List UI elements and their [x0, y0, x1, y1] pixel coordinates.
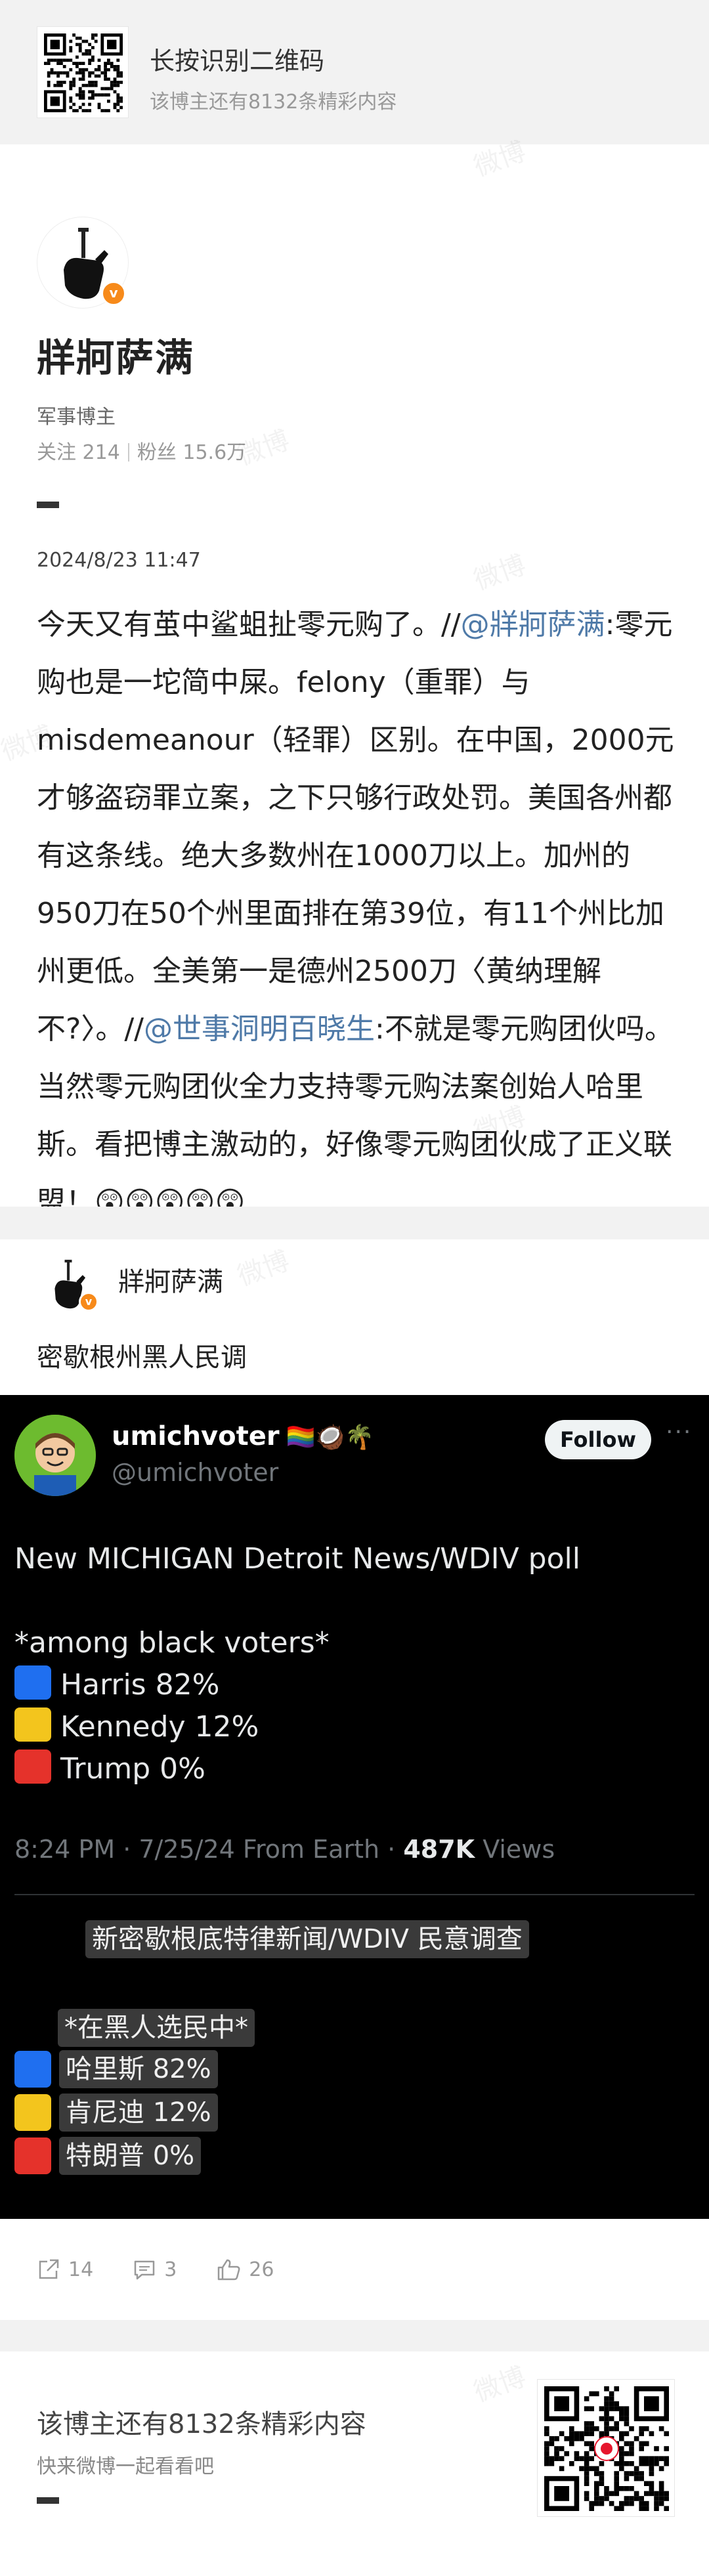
stats-divider	[127, 443, 129, 462]
repost-count: 14	[68, 2258, 94, 2281]
post-date: 2024/8/23 11:47	[37, 549, 201, 572]
followers-label: 粉丝	[137, 441, 177, 464]
poll-row-kennedy: Kennedy 12%	[14, 1706, 580, 1748]
following-label: 关注	[37, 441, 76, 464]
banner-title: 长按识别二维码	[150, 47, 325, 75]
tweet-handle: @umichvoter	[112, 1458, 279, 1487]
verified-badge: v	[79, 1292, 98, 1312]
poll-harris: Harris 82%	[60, 1668, 220, 1702]
tweet-avatar	[14, 1415, 96, 1496]
thumbs-up-icon	[218, 2259, 240, 2281]
repost-button[interactable]: 14	[37, 2258, 93, 2281]
like-count: 26	[249, 2258, 274, 2281]
section-marker	[37, 502, 59, 508]
tweet-line: *among black voters*	[14, 1626, 330, 1660]
comment-count: 3	[164, 2258, 177, 2281]
poll-kennedy: Kennedy 12%	[60, 1710, 259, 1744]
section-divider	[0, 1207, 709, 1239]
qr-code	[37, 26, 129, 118]
tweet-views-count: 487K	[403, 1835, 475, 1864]
translation-row-trump: 特朗普 0%	[14, 2137, 202, 2175]
post-text: 今天又有茧中鲨蛆扯零元购了。//@牂牁萨满:零元购也是一坨简中屎。felony（…	[37, 596, 680, 1232]
translation-row-harris: 哈里斯 82%	[14, 2050, 218, 2088]
translation-kennedy: 肯尼迪 12%	[59, 2093, 218, 2132]
tweet-time: 8:24 PM · 7/25/24 From Earth ·	[14, 1835, 396, 1864]
tweet-display-name: umichvoter 🏳️‍🌈🥥🌴	[112, 1421, 374, 1451]
tweet-name-text: umichvoter	[112, 1421, 280, 1451]
verified-badge: v	[101, 281, 126, 306]
comment-icon	[134, 2260, 155, 2280]
more-icon: ···	[666, 1419, 693, 1446]
author-name[interactable]: 牂牁萨满	[37, 327, 194, 382]
tweet-meta: 8:24 PM · 7/25/24 From Earth · 487K View…	[14, 1835, 555, 1864]
translation-row-kennedy: 肯尼迪 12%	[14, 2093, 218, 2132]
weibo-watermark: 微博	[233, 1245, 293, 1293]
translation-trump: 特朗普 0%	[59, 2137, 202, 2175]
translation-title: 新密歇根底特律新闻/WDIV 民意调查	[85, 1920, 529, 1958]
promo-subtitle: 快来微博一起看看吧	[37, 2455, 214, 2478]
section-divider	[0, 2320, 709, 2351]
qr-pattern	[44, 33, 123, 112]
comment-button[interactable]: 3	[133, 2258, 177, 2281]
translation-harris: 哈里斯 82%	[59, 2050, 218, 2088]
qr-banner[interactable]: 长按识别二维码 该博主还有8132条精彩内容	[0, 0, 709, 144]
tweet-line: New MICHIGAN Detroit News/WDIV poll	[14, 1542, 580, 1576]
blue-square-icon	[14, 1665, 51, 1700]
action-bar: 14 3 26	[37, 2253, 313, 2286]
weibo-watermark: 微博	[469, 549, 530, 597]
post-text-part: :零元购也是一坨简中屎。felony（重罪）与misdemeanour（轻罪）区…	[37, 608, 674, 1046]
poll-row-harris: Harris 82%	[14, 1664, 580, 1706]
blue-square-icon	[14, 2051, 51, 2088]
author-role: 军事博主	[37, 406, 116, 429]
poll-row-trump: Trump 0%	[14, 1748, 580, 1790]
section-marker	[37, 2497, 59, 2504]
following-count: 214	[82, 441, 120, 464]
mention-link[interactable]: @世事洞明百晓生	[144, 1012, 375, 1046]
weibo-qr-code[interactable]	[537, 2379, 675, 2517]
like-button[interactable]: 26	[216, 2258, 274, 2281]
promo-title: 该博主还有8132条精彩内容	[37, 2409, 366, 2439]
share-icon	[39, 2259, 59, 2279]
red-square-icon	[14, 2137, 51, 2174]
repost-text: 密歇根州黑人民调	[37, 1342, 247, 1373]
author-stats: 关注 214 粉丝 15.6万	[37, 436, 246, 465]
weibo-logo-icon	[594, 2436, 619, 2461]
mention-link[interactable]: @牂牁萨满	[461, 608, 605, 641]
tweet-body: New MICHIGAN Detroit News/WDIV poll *amo…	[14, 1538, 580, 1790]
repost-author-name[interactable]: 牂牁萨满	[118, 1260, 223, 1299]
banner-subtitle: 该博主还有8132条精彩内容	[150, 91, 397, 114]
tweet-screenshot-image[interactable]: umichvoter 🏳️‍🌈🥥🌴 @umichvoter Follow ··· …	[0, 1395, 709, 2219]
weibo-watermark: 微博	[469, 2361, 530, 2409]
cartoon-avatar-icon	[14, 1415, 96, 1496]
yellow-square-icon	[14, 1707, 51, 1742]
tweet-divider	[14, 1894, 695, 1895]
tweet-views-label: Views	[483, 1835, 555, 1864]
tweet-name-emoji: 🏳️‍🌈🥥🌴	[286, 1424, 375, 1451]
translation-among: *在黑人选民中*	[58, 2009, 255, 2047]
yellow-square-icon	[14, 2094, 51, 2131]
post-text-part: 今天又有茧中鲨蛆扯零元购了。//	[37, 608, 461, 641]
poll-trump: Trump 0%	[60, 1752, 205, 1786]
red-square-icon	[14, 1750, 51, 1784]
tweet-follow-button: Follow	[545, 1420, 651, 1459]
